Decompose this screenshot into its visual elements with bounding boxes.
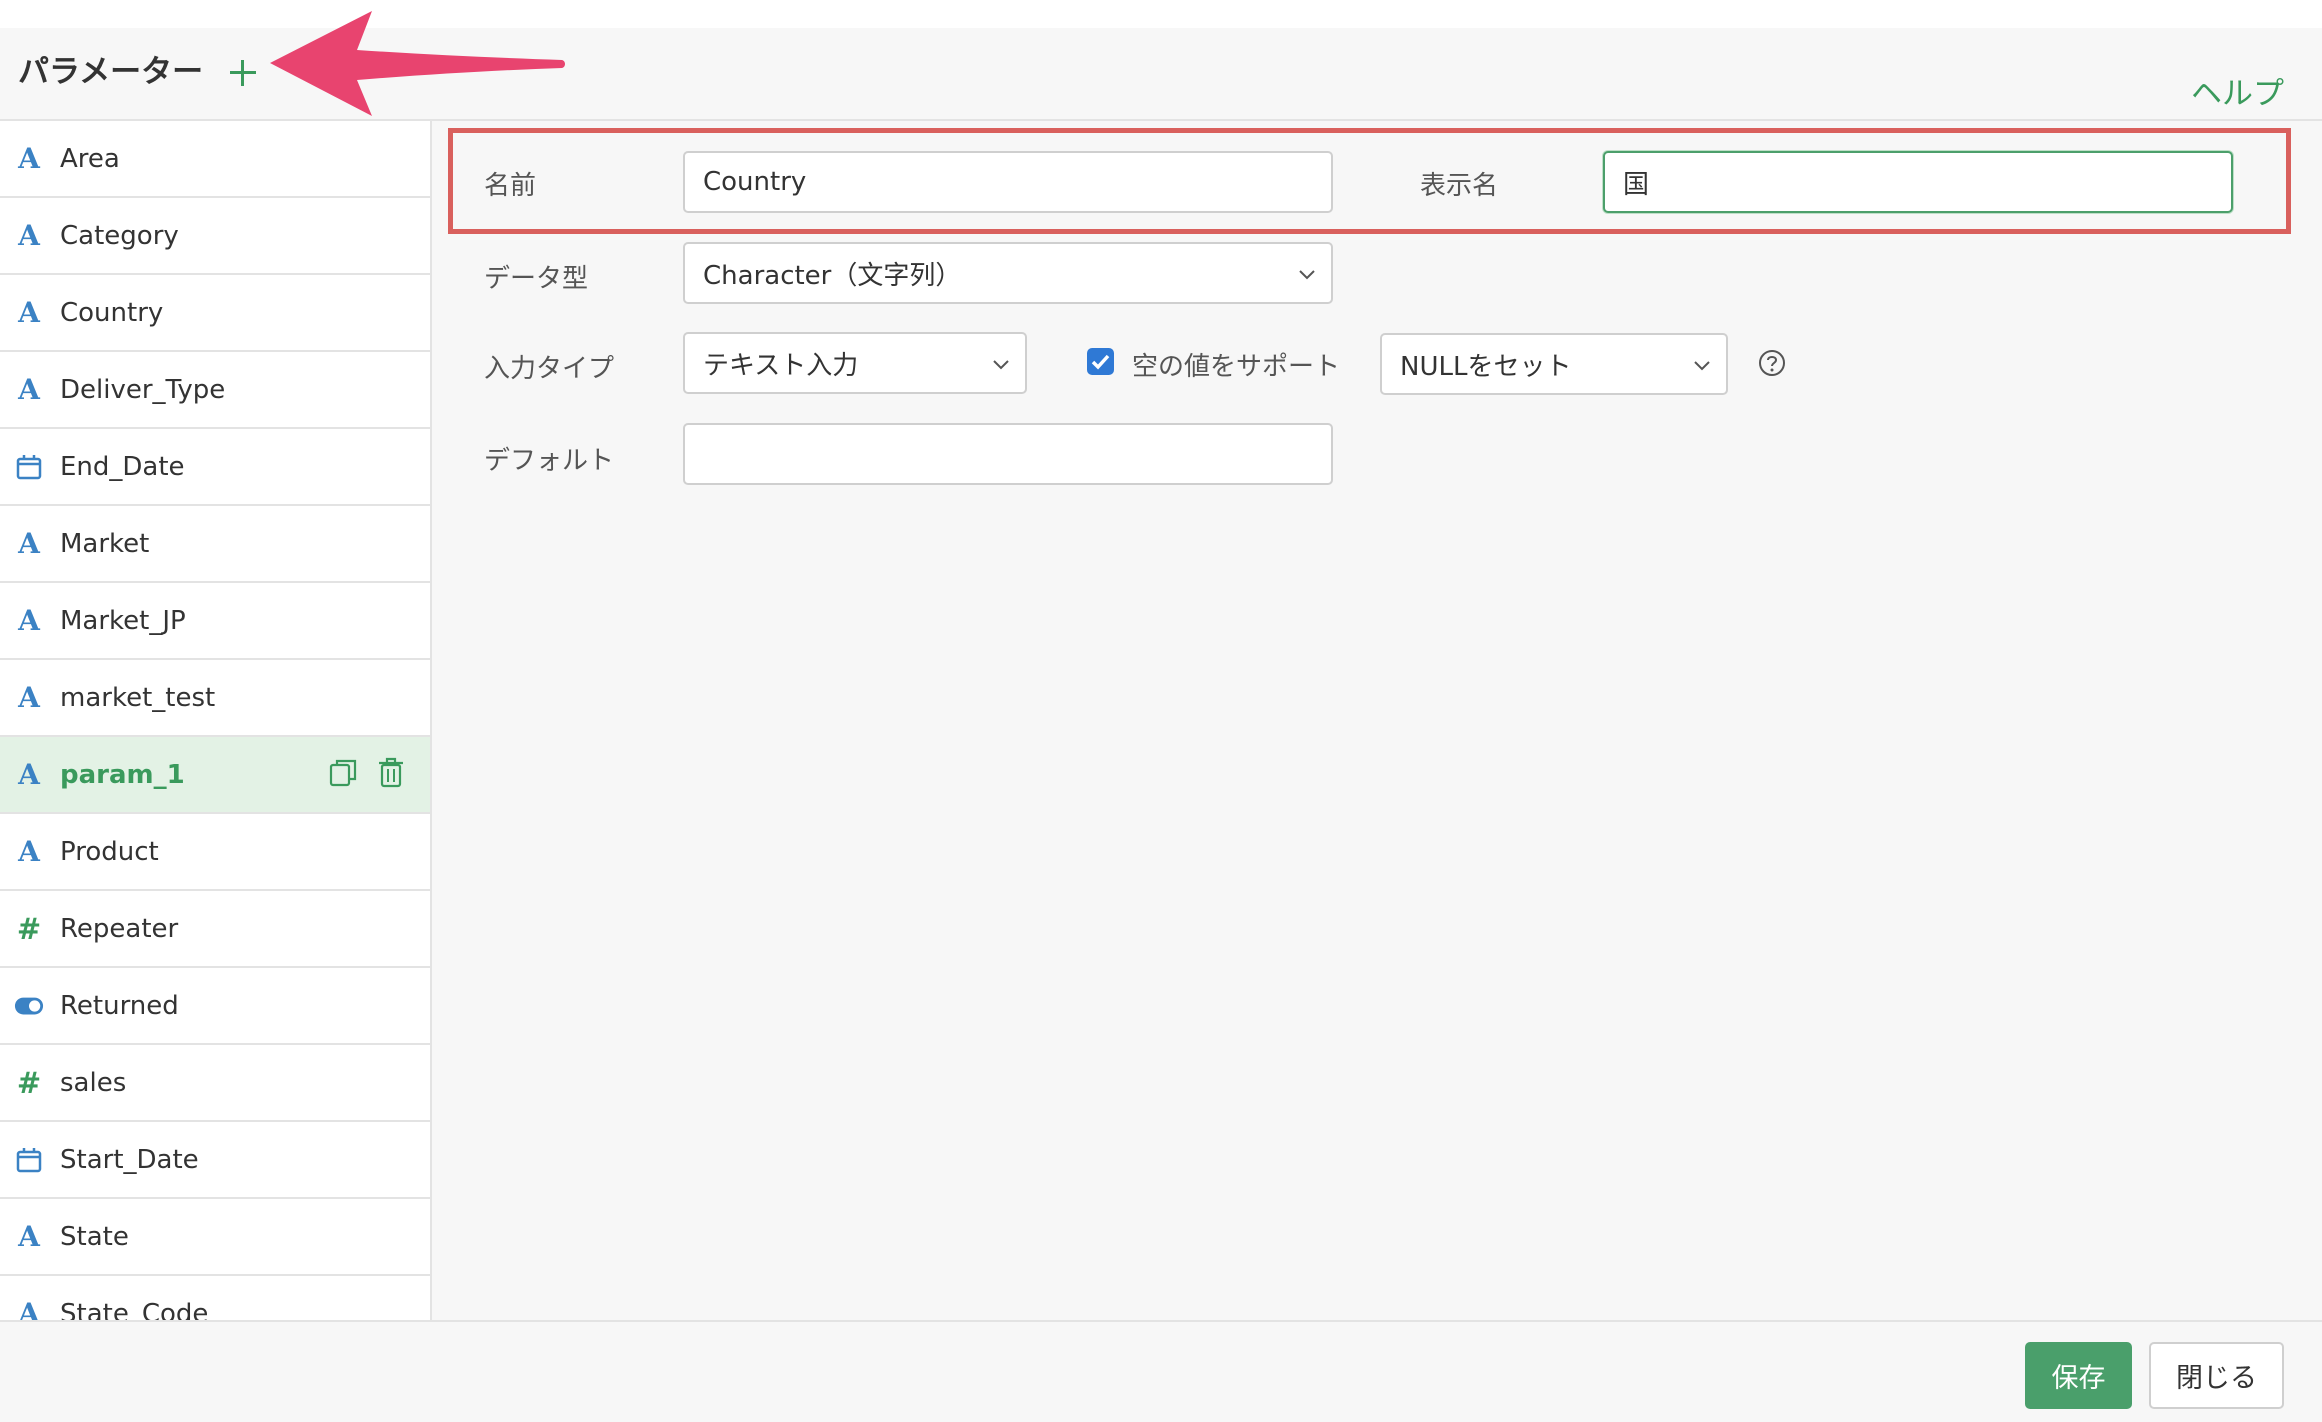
sidebar-item-category[interactable]: A Category <box>0 198 430 275</box>
parameter-list: A Area A Category A Country A Deliver_Type End_D… <box>0 121 432 1321</box>
sidebar-item-label: Category <box>60 220 179 251</box>
support-empty-checkbox[interactable] <box>1087 348 1114 375</box>
sidebar-item-sales[interactable]: # sales <box>0 1045 430 1122</box>
chevron-down-icon <box>993 360 1009 370</box>
sidebar-item-label: Market_JP <box>60 605 186 636</box>
data-type-value: Character（文字列） <box>703 260 962 291</box>
input-type-label: 入力タイプ <box>484 354 615 384</box>
text-type-glyph: A <box>18 527 40 560</box>
sidebar-item-returned[interactable]: Returned <box>0 968 430 1045</box>
page-title: パラメーター <box>18 54 204 90</box>
sidebar-item-label: Deliver_Type <box>60 374 226 405</box>
text-type-glyph: A <box>18 373 40 406</box>
sidebar-item-label: param_1 <box>60 759 185 790</box>
text-type-glyph: A <box>18 835 40 868</box>
sidebar-item-label: sales <box>60 1067 127 1098</box>
text-type-icon: A <box>14 296 44 329</box>
sidebar-item-repeater[interactable]: # Repeater <box>0 891 430 968</box>
sidebar-item-label: End_Date <box>60 451 185 482</box>
input-type-select[interactable]: テキスト入力 <box>683 332 1027 394</box>
duplicate-icon[interactable] <box>328 757 358 789</box>
sidebar-item-label: Product <box>60 836 159 867</box>
text-type-glyph: A <box>18 758 40 791</box>
help-link[interactable]: ヘルプ <box>2191 68 2284 113</box>
support-empty-label: 空の値をサポート <box>1132 352 1341 382</box>
sidebar-item-param-1[interactable]: Aparam_1 <box>0 737 430 814</box>
sidebar-item-label: State <box>60 1221 129 1252</box>
number-type-icon: # <box>14 1066 44 1100</box>
sidebar-item-market-jp[interactable]: A Market_JP <box>0 583 430 660</box>
sidebar-item-label: State_Code <box>60 1298 209 1322</box>
text-type-icon: A <box>14 758 44 791</box>
trash-icon[interactable] <box>376 757 406 789</box>
text-type-icon: A <box>14 142 44 175</box>
empty-value-select[interactable]: NULLをセット <box>1380 333 1728 395</box>
row-actions <box>328 757 406 789</box>
sidebar-item-area[interactable]: A Area <box>0 121 430 198</box>
number-type-glyph: # <box>16 911 42 946</box>
toggle-icon <box>14 996 44 1016</box>
display-name-label: 表示名 <box>1420 171 1499 201</box>
sidebar-item-start-date[interactable]: Start_Date <box>0 1122 430 1199</box>
sidebar-item-state-code[interactable]: A State_Code <box>0 1276 430 1321</box>
sidebar-item-label: Country <box>60 297 164 328</box>
default-label: デフォルト <box>484 446 615 476</box>
text-type-icon: A <box>14 604 44 637</box>
text-type-glyph: A <box>18 604 40 637</box>
text-type-glyph: A <box>18 1220 40 1253</box>
sidebar-item-label: market_test <box>60 682 216 713</box>
text-type-icon: A <box>14 219 44 252</box>
sidebar-item-market-test[interactable]: Amarket_test <box>0 660 430 737</box>
text-type-glyph: A <box>18 296 40 329</box>
add-parameter-button[interactable] <box>226 56 260 90</box>
sidebar-item-label: Repeater <box>60 913 179 944</box>
calendar-icon <box>14 454 44 480</box>
empty-value-option: NULLをセット <box>1400 351 1572 382</box>
sidebar-item-product[interactable]: A Product <box>0 814 430 891</box>
text-type-icon: A <box>14 681 44 714</box>
checkmark-icon <box>1091 354 1110 370</box>
save-button[interactable]: 保存 <box>2025 1342 2132 1409</box>
text-type-icon: A <box>14 1297 44 1321</box>
chevron-down-icon <box>1299 270 1315 280</box>
text-type-glyph: A <box>18 142 40 175</box>
annotation-arrow-icon <box>270 11 565 116</box>
sidebar-item-label: Returned <box>60 990 179 1021</box>
name-input[interactable] <box>683 151 1333 213</box>
text-type-icon: A <box>14 527 44 560</box>
sidebar-item-end-date[interactable]: End_Date <box>0 429 430 506</box>
data-type-label: データ型 <box>484 264 589 294</box>
input-type-value: テキスト入力 <box>703 350 859 381</box>
sidebar-item-label: Area <box>60 143 120 174</box>
number-type-glyph: # <box>16 1065 42 1100</box>
sidebar-item-label: Start_Date <box>60 1144 199 1175</box>
number-type-icon: # <box>14 912 44 946</box>
data-type-select[interactable]: Character（文字列） <box>683 242 1333 304</box>
text-type-glyph: A <box>18 1297 40 1321</box>
text-type-icon: A <box>14 1220 44 1253</box>
name-label: 名前 <box>484 171 537 201</box>
text-type-icon: A <box>14 835 44 868</box>
sidebar-item-state[interactable]: A State <box>0 1199 430 1276</box>
sidebar-item-label: Market <box>60 528 150 559</box>
footer <box>0 1320 2322 1422</box>
calendar-icon <box>14 1147 44 1173</box>
close-button[interactable]: 閉じる <box>2149 1342 2284 1409</box>
text-type-icon: A <box>14 373 44 406</box>
sidebar-item-country[interactable]: A Country <box>0 275 430 352</box>
text-type-glyph: A <box>18 219 40 252</box>
chevron-down-icon <box>1694 361 1710 371</box>
display-name-input[interactable] <box>1603 151 2233 213</box>
question-circle-icon[interactable] <box>1758 349 1786 377</box>
text-type-glyph: A <box>18 681 40 714</box>
sidebar-item-market[interactable]: A Market <box>0 506 430 583</box>
default-input[interactable] <box>683 423 1333 485</box>
sidebar-item-deliver-type[interactable]: A Deliver_Type <box>0 352 430 429</box>
